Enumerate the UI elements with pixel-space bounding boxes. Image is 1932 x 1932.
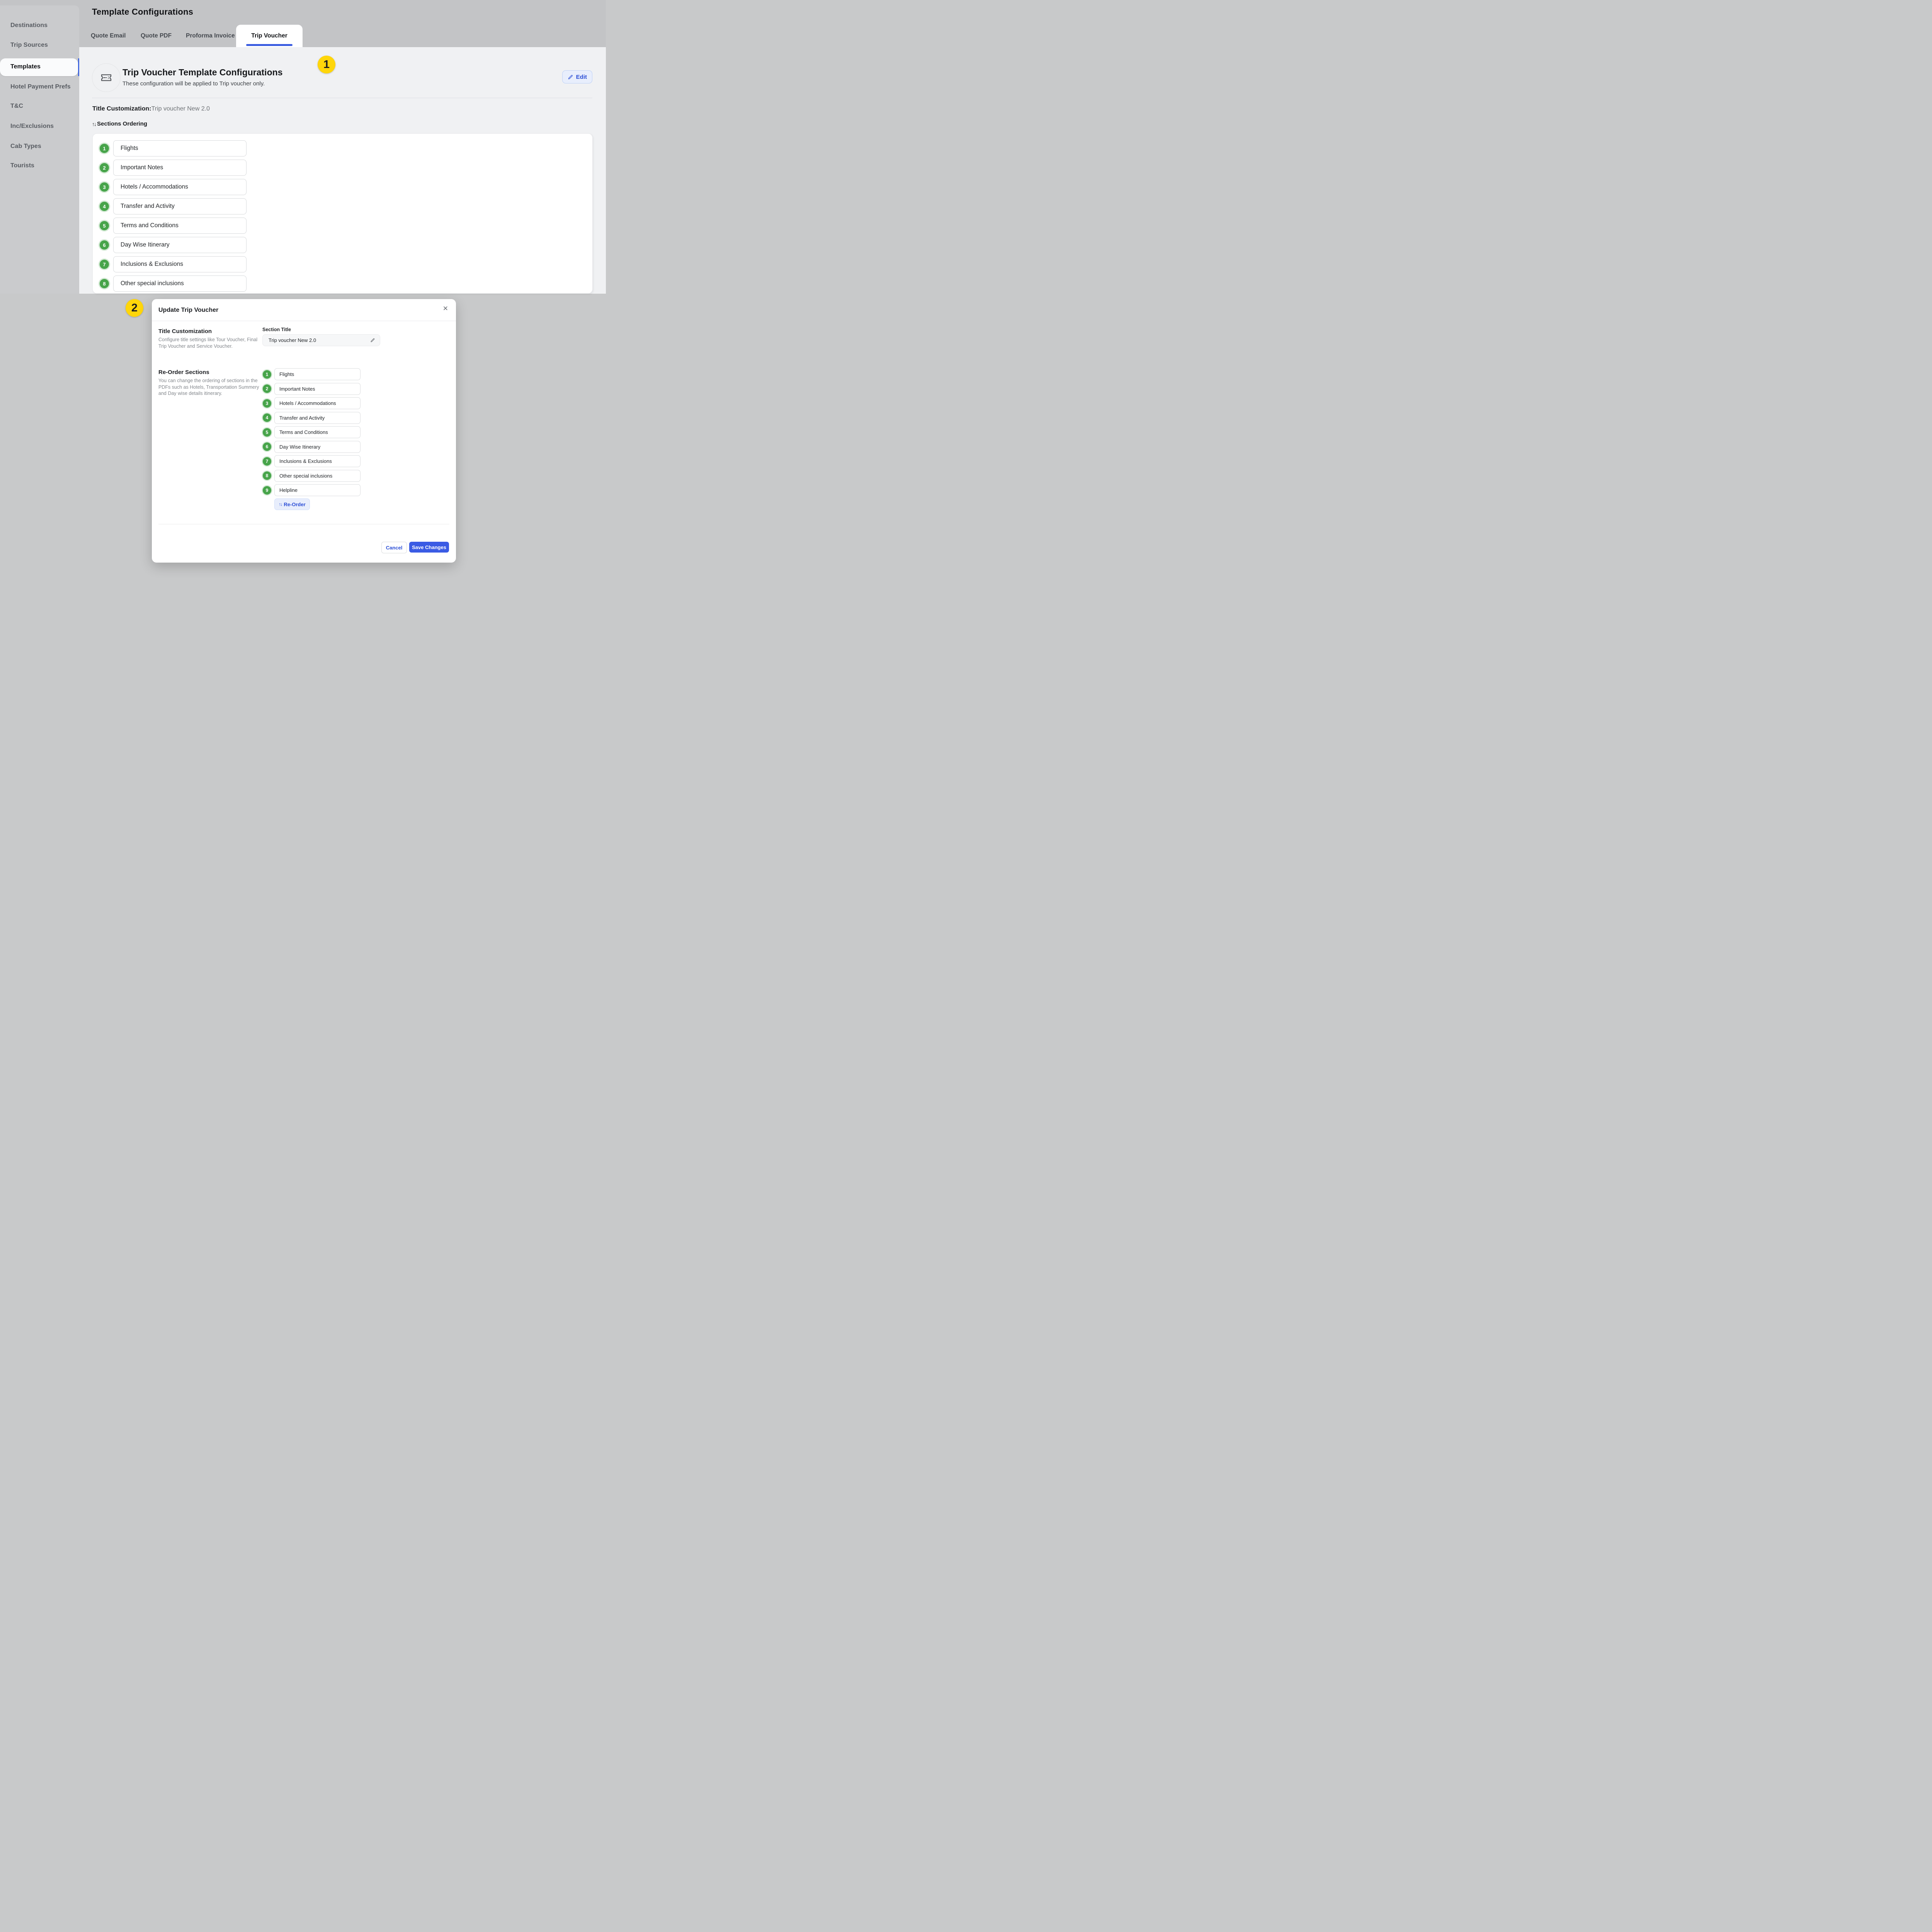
sidebar-item-tourists[interactable]: Tourists xyxy=(10,162,34,169)
panel-heading: Trip Voucher Template Configurations xyxy=(122,67,282,78)
modal-section-item-hotels-accommodations[interactable]: Hotels / Accommodations xyxy=(274,397,361,409)
trip-voucher-config-panel: Trip Voucher Template Configurations The… xyxy=(79,47,606,294)
reorder-sections-description: You can change the ordering of sections … xyxy=(158,378,260,397)
section-title-input[interactable]: Trip voucher New 2.0 xyxy=(262,334,380,346)
section-item[interactable]: Flights xyxy=(113,140,247,156)
section-number-badge: 8 xyxy=(100,279,109,288)
sections-ordering-card: 1 Flights 2 Important Notes 3 Hotels / Accomm… xyxy=(92,133,593,294)
up-down-arrows-icon: ↑↓ xyxy=(92,121,96,127)
sections-ordering-heading: ↑↓ Sections Ordering xyxy=(92,121,147,127)
reorder-button-label: Re-Order xyxy=(284,502,305,507)
tab-trip-voucher-label: Trip Voucher xyxy=(236,32,303,39)
close-icon[interactable]: ✕ xyxy=(443,305,448,312)
ticket-icon-circle xyxy=(92,63,121,92)
reorder-button[interactable]: ↑↓ Re-Order xyxy=(274,498,310,510)
up-down-arrows-icon: ↑↓ xyxy=(279,502,282,507)
section-number-badge: 3 xyxy=(100,182,109,192)
section-number-badge: 4 xyxy=(100,202,109,211)
section-title-label: Section Title xyxy=(262,327,291,332)
edit-button[interactable]: Edit xyxy=(562,70,592,83)
modal-section-item-transfer-and-activity[interactable]: Transfer and Activity xyxy=(274,412,361,424)
section-row-terms-and-conditions: 5 Terms and Conditions xyxy=(93,218,592,234)
modal-section-item-day-wise-itinerary[interactable]: Day Wise Itinerary xyxy=(274,441,361,453)
section-number-badge: 2 xyxy=(263,384,271,393)
ticket-icon xyxy=(99,71,113,85)
panel-subheading: These configuration will be applied to T… xyxy=(122,80,265,87)
section-item[interactable]: Hotels / Accommodations xyxy=(113,179,247,195)
sidebar-item-inc-exclusions[interactable]: Inc/Exclusions xyxy=(10,123,54,130)
modal-section-item-other-special-inclusions[interactable]: Other special inclusions xyxy=(274,470,361,482)
sidebar-item-cab-types[interactable]: Cab Types xyxy=(10,143,41,150)
modal-title-customization-description: Configure title settings like Tour Vouch… xyxy=(158,337,260,349)
active-tab-indicator xyxy=(246,44,293,46)
section-number-badge: 5 xyxy=(263,428,271,437)
title-customization-value: Trip voucher New 2.0 xyxy=(151,105,210,112)
section-item[interactable]: Important Notes xyxy=(113,160,247,176)
modal-section-item-flights[interactable]: Flights xyxy=(274,368,361,380)
page-title: Template Configurations xyxy=(92,7,193,17)
sidebar-item-t-c[interactable]: T&C xyxy=(10,103,23,110)
cancel-button[interactable]: Cancel xyxy=(381,542,407,553)
sidebar: Destinations Trip Sources Templates Hotel P… xyxy=(0,5,79,294)
section-number-badge: 6 xyxy=(263,442,271,451)
edit-button-label: Edit xyxy=(576,74,587,80)
tab-trip-voucher[interactable]: Trip Voucher xyxy=(236,25,303,47)
modal-title-customization-heading: Title Customization xyxy=(158,328,212,335)
section-title-value: Trip voucher New 2.0 xyxy=(269,337,370,343)
section-item[interactable]: Terms and Conditions xyxy=(113,218,247,234)
section-item[interactable]: Transfer and Activity xyxy=(113,198,247,214)
section-row-day-wise-itinerary: 6 Day Wise Itinerary xyxy=(93,237,592,253)
save-changes-button[interactable]: Save Changes xyxy=(409,542,449,553)
section-item[interactable]: Other special inclusions xyxy=(113,276,247,292)
section-row-hotels-accommodations: 3 Hotels / Accommodations xyxy=(93,179,592,195)
pencil-icon xyxy=(370,338,375,343)
title-customization-line: Title Customization:Trip voucher New 2.0 xyxy=(92,105,210,112)
section-number-badge: 1 xyxy=(100,144,109,153)
section-row-inclusions-exclusions: 7 Inclusions & Exclusions xyxy=(93,256,592,272)
header-band: Template Configurations Quote Email Quot… xyxy=(0,0,606,47)
modal-section-item-inclusions-exclusions[interactable]: Inclusions & Exclusions xyxy=(274,455,361,467)
section-number-badge: 6 xyxy=(100,240,109,250)
tab-proforma-invoice[interactable]: Proforma Invoice xyxy=(186,32,235,39)
section-number-badge: 3 xyxy=(263,399,271,408)
section-number-badge: 4 xyxy=(263,413,271,422)
modal-section-item-terms-and-conditions[interactable]: Terms and Conditions xyxy=(274,426,361,438)
annotation-badge-1: 1 xyxy=(318,56,335,73)
section-number-badge: 8 xyxy=(263,471,271,480)
section-number-badge: 7 xyxy=(263,457,271,466)
update-trip-voucher-modal: Update Trip Voucher ✕ Title Customizatio… xyxy=(152,299,456,563)
section-number-badge: 1 xyxy=(263,370,271,379)
modal-title: Update Trip Voucher xyxy=(158,307,218,314)
section-row-other-special-inclusions: 8 Other special inclusions xyxy=(93,276,592,292)
section-number-badge: 9 xyxy=(263,486,271,495)
reorder-sections-heading: Re-Order Sections xyxy=(158,369,209,376)
sidebar-item-label: Templates xyxy=(10,63,41,70)
section-item[interactable]: Inclusions & Exclusions xyxy=(113,256,247,272)
section-row-important-notes: 2 Important Notes xyxy=(93,160,592,176)
sidebar-active-item-templates[interactable]: Templates xyxy=(0,58,78,76)
section-number-badge: 7 xyxy=(100,260,109,269)
sections-ordering-label: Sections Ordering xyxy=(97,121,147,127)
sidebar-item-trip-sources[interactable]: Trip Sources xyxy=(10,42,48,49)
title-customization-label: Title Customization: xyxy=(92,105,151,112)
sidebar-item-destinations[interactable]: Destinations xyxy=(10,22,48,29)
section-row-transfer-and-activity: 4 Transfer and Activity xyxy=(93,198,592,214)
tab-quote-email[interactable]: Quote Email xyxy=(91,32,126,39)
annotation-badge-2: 2 xyxy=(126,299,143,317)
section-item[interactable]: Day Wise Itinerary xyxy=(113,237,247,253)
modal-section-item-important-notes[interactable]: Important Notes xyxy=(274,383,361,395)
section-number-badge: 5 xyxy=(100,221,109,230)
tab-quote-pdf[interactable]: Quote PDF xyxy=(141,32,172,39)
pencil-icon xyxy=(568,74,573,80)
section-number-badge: 2 xyxy=(100,163,109,172)
sidebar-item-hotel-payment-prefs[interactable]: Hotel Payment Prefs xyxy=(10,83,71,90)
section-row-flights: 1 Flights xyxy=(93,140,592,156)
modal-section-item-helpline[interactable]: Helpline xyxy=(274,484,361,496)
